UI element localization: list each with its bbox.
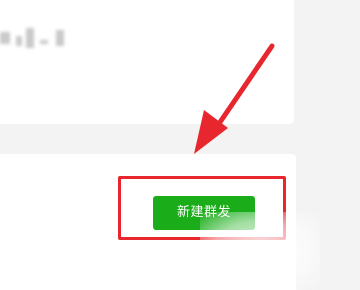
page: 新建群发 bbox=[0, 0, 360, 290]
watermark bbox=[200, 212, 320, 290]
